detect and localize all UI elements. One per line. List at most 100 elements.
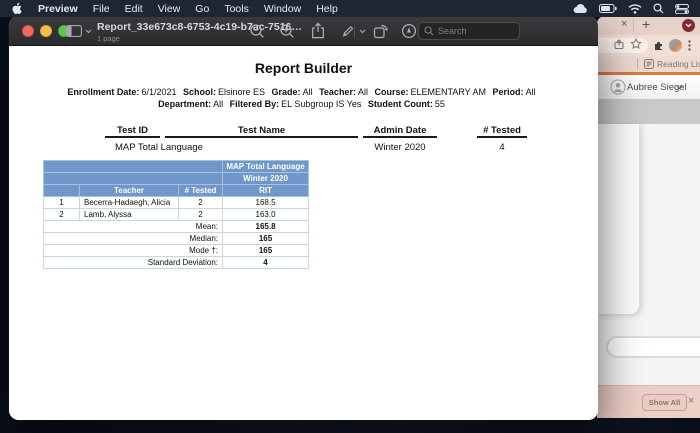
teacher-rit: 168.5 [223,197,309,209]
browser-tab-strip: × + [597,16,700,35]
bookmarks-divider [637,59,638,69]
browser-window: × + Reading List Aubree Sieg [597,16,700,418]
column-header-test-id: Test ID [105,125,160,138]
stats-header-teacher: Teacher [80,185,179,197]
apple-menu-icon[interactable] [11,2,22,15]
menu-bar: Preview File Edit View Go Tools Window H… [0,0,700,17]
column-header-test-name: Test Name [165,125,358,138]
stats-header-rit: RIT [223,185,309,197]
table-row: Teacher # Tested RIT [44,185,309,197]
markup-chevron-icon[interactable] [359,29,366,34]
page-content [597,124,700,385]
teacher-rit: 163.0 [223,209,309,221]
bookmark-star-icon[interactable] [630,38,642,50]
account-header[interactable]: Aubree Siegel [597,75,700,99]
chevron-down-icon [676,85,683,90]
page-count: 1 page [97,34,120,43]
admin-date-value: Winter 2020 [363,142,437,153]
pdf-document: Report Builder Enrollment Date:6/1/2021 … [9,46,598,420]
zoom-out-icon[interactable] [249,23,265,39]
menu-item-help[interactable]: Help [316,3,338,15]
table-row: Mode †: 165 [44,245,309,257]
reading-list-icon[interactable] [644,59,654,69]
rotate-icon[interactable] [373,23,389,39]
teacher-num-tested: 2 [179,197,223,209]
wifi-icon[interactable] [628,4,642,14]
summary-label-mode: Mode †: [44,245,223,257]
toolbar-separator [354,26,355,38]
page-input-field[interactable] [606,336,700,358]
teacher-name: Lamb, Alyssa [80,209,179,221]
downloads-bar: Show All × [597,385,700,418]
battery-icon[interactable] [599,4,617,13]
summary-label-median: Median: [44,233,223,245]
stats-test-title: MAP Total Language [223,161,309,173]
tab-search-button[interactable] [682,19,695,32]
menu-item-tools[interactable]: Tools [224,3,249,15]
teacher-name: Becerra-Hadaegh, Alicia [80,197,179,209]
new-tab-button[interactable]: + [642,16,650,32]
markup-pen-icon[interactable] [340,24,355,39]
table-row: Mean: 165.8 [44,221,309,233]
report-title: Report Builder [9,60,598,76]
bookmarks-bar: Reading List [597,56,700,72]
column-header-num-tested: # Tested [477,125,527,138]
reading-list-label[interactable]: Reading List [657,59,700,69]
extensions-puzzle-icon[interactable] [653,40,664,51]
content-card [597,124,640,314]
menu-item-window[interactable]: Window [264,3,301,15]
show-all-button[interactable]: Show All [642,394,687,411]
share-icon[interactable] [311,22,325,39]
test-name-value: MAP Total Language [115,142,203,153]
stats-term: Winter 2020 [223,173,309,185]
row-number: 1 [44,197,80,209]
control-center-icon[interactable] [675,4,689,14]
report-criteria: Enrollment Date:6/1/2021 School:Elsinore… [67,87,541,110]
summary-value-mode: 165 [223,245,309,257]
send-to-device-icon[interactable] [614,39,625,50]
table-row: Median: 165 [44,233,309,245]
menu-item-edit[interactable]: Edit [125,3,143,15]
icloud-icon[interactable] [573,3,588,14]
sidebar-chevron-icon[interactable] [85,29,92,34]
minimize-window-button[interactable] [40,25,52,37]
summary-value-median: 165 [223,233,309,245]
spotlight-search-icon[interactable] [653,3,664,14]
num-tested-value: 4 [477,142,527,153]
table-row: 1 Becerra-Hadaegh, Alicia 2 168.5 [44,197,309,209]
table-row: 2 Lamb, Alyssa 2 163.0 [44,209,309,221]
person-icon [610,79,626,95]
menu-item-go[interactable]: Go [195,3,209,15]
menu-item-preview[interactable]: Preview [38,3,78,15]
preview-search-field[interactable] [418,22,520,40]
summary-value-mean: 165.8 [223,221,309,233]
table-row: Standard Deviation: 4 [44,257,309,269]
column-header-admin-date: Admin Date [363,125,437,138]
close-window-button[interactable] [22,25,34,37]
summary-value-stddev: 4 [223,257,309,269]
stats-table: MAP Total Language Winter 2020 Teacher #… [43,160,309,269]
menu-item-view[interactable]: View [158,3,181,15]
zoom-in-icon[interactable] [279,23,295,39]
profile-avatar[interactable] [669,39,682,52]
page-header-band [597,99,700,124]
tab-divider [633,19,634,31]
annotate-circle-icon[interactable] [401,23,417,39]
tab-close-icon[interactable]: × [621,18,627,30]
search-input[interactable] [438,26,508,36]
row-number: 2 [44,209,80,221]
window-title: Report_33e673c8-6753-4c19-b7ac-7516… [97,21,302,33]
teacher-num-tested: 2 [179,209,223,221]
preview-window: Report_33e673c8-6753-4c19-b7ac-7516… 1 p… [9,16,598,420]
downloads-bar-close-icon[interactable]: × [688,395,694,407]
summary-label-stddev: Standard Deviation: [44,257,223,269]
menu-item-file[interactable]: File [93,3,110,15]
table-row: MAP Total Language [44,161,309,173]
preview-titlebar: Report_33e673c8-6753-4c19-b7ac-7516… 1 p… [9,16,598,46]
browser-menu-icon[interactable] [688,40,691,51]
browser-toolbar [597,35,700,56]
stats-header-num-tested: # Tested [179,185,223,197]
sidebar-toggle-icon[interactable] [66,25,82,37]
search-icon [424,26,434,36]
summary-label-mean: Mean: [44,221,223,233]
